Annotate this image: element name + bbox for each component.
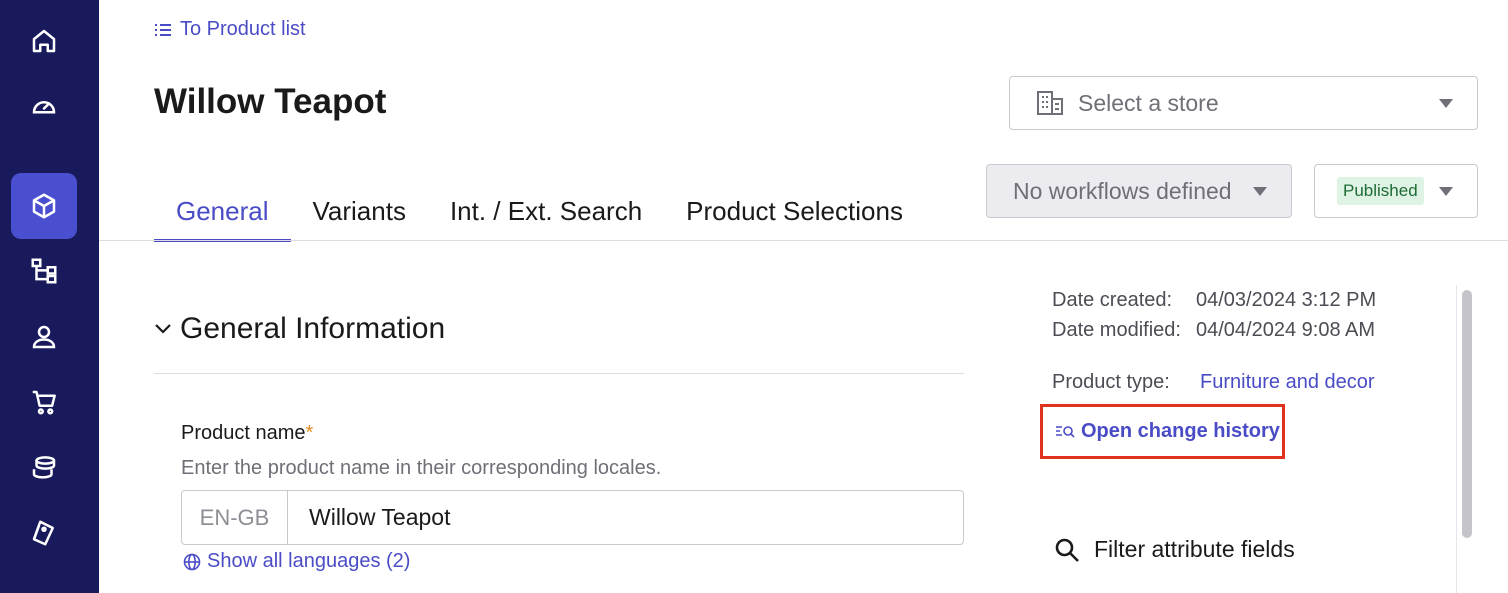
section-divider bbox=[154, 373, 964, 374]
date-modified-label: Date modified: bbox=[1052, 319, 1181, 341]
user-icon bbox=[32, 325, 56, 349]
chevron-down-icon bbox=[155, 324, 171, 334]
status-badge: Published bbox=[1337, 177, 1424, 205]
product-box-icon bbox=[32, 193, 56, 219]
chevron-down-icon bbox=[1439, 187, 1453, 196]
home-icon bbox=[32, 29, 56, 53]
tab-general[interactable]: General bbox=[154, 196, 291, 242]
product-name-input[interactable]: Willow Teapot bbox=[288, 491, 963, 544]
search-icon bbox=[1055, 538, 1079, 562]
nav-categories[interactable] bbox=[11, 238, 77, 304]
product-name-help: Enter the product name in their correspo… bbox=[181, 457, 662, 479]
workflow-select-value: No workflows defined bbox=[1013, 177, 1232, 204]
status-select[interactable]: Published bbox=[1314, 164, 1478, 218]
coins-icon bbox=[32, 456, 56, 479]
tab-search[interactable]: Int. / Ext. Search bbox=[428, 196, 664, 239]
tags-icon bbox=[32, 520, 54, 546]
product-name-label: Product name* bbox=[181, 422, 313, 445]
list-icon bbox=[155, 23, 171, 36]
tab-bar: General Variants Int. / Ext. Search Prod… bbox=[154, 196, 925, 242]
page-title: Willow Teapot bbox=[154, 82, 387, 121]
filter-attribute-fields[interactable]: Filter attribute fields bbox=[1054, 536, 1295, 563]
required-marker: * bbox=[305, 422, 314, 444]
product-type-label: Product type: bbox=[1052, 371, 1170, 393]
cart-icon bbox=[32, 390, 56, 415]
store-select[interactable]: Select a store bbox=[1009, 76, 1478, 130]
date-modified-value: 04/04/2024 9:08 AM bbox=[1196, 319, 1376, 341]
globe-icon bbox=[183, 553, 201, 570]
history-search-icon bbox=[1056, 425, 1075, 438]
product-name-field[interactable]: EN-GB Willow Teapot bbox=[181, 490, 964, 545]
back-link-label: To Product list bbox=[180, 18, 306, 40]
tab-product-selections[interactable]: Product Selections bbox=[664, 196, 925, 239]
product-type: Product type: Furniture and decor bbox=[1052, 371, 1375, 394]
open-change-history-link[interactable]: Open change history bbox=[1040, 404, 1285, 459]
back-to-product-list-link[interactable]: To Product list bbox=[154, 18, 306, 41]
sidebar bbox=[0, 0, 99, 593]
chevron-down-icon bbox=[1439, 99, 1453, 108]
open-change-history-label: Open change history bbox=[1081, 420, 1280, 442]
workflow-select[interactable]: No workflows defined bbox=[986, 164, 1292, 218]
scrollbar-thumb[interactable] bbox=[1462, 290, 1472, 538]
building-icon bbox=[1037, 91, 1063, 115]
date-created-value: 04/03/2024 3:12 PM bbox=[1196, 289, 1377, 311]
product-type-link[interactable]: Furniture and decor bbox=[1200, 371, 1375, 394]
show-all-languages-link[interactable]: Show all languages (2) bbox=[183, 550, 410, 573]
nav-orders[interactable] bbox=[11, 369, 77, 435]
section-title: General Information bbox=[180, 312, 446, 345]
hierarchy-icon bbox=[31, 258, 57, 284]
date-modified: Date modified: 04/04/2024 9:08 AM bbox=[1052, 319, 1375, 342]
date-created: Date created: 04/03/2024 3:12 PM bbox=[1052, 289, 1376, 312]
store-select-placeholder: Select a store bbox=[1078, 89, 1219, 116]
nav-dashboard[interactable] bbox=[11, 73, 77, 139]
nav-tags[interactable] bbox=[11, 500, 77, 566]
nav-customers[interactable] bbox=[11, 304, 77, 370]
locale-label: EN-GB bbox=[182, 491, 288, 544]
dashboard-icon bbox=[32, 101, 56, 114]
chevron-down-icon bbox=[1253, 187, 1267, 196]
nav-discounts[interactable] bbox=[11, 435, 77, 501]
nav-home[interactable] bbox=[11, 8, 77, 74]
filter-attribute-fields-label: Filter attribute fields bbox=[1094, 536, 1295, 562]
main-content: To Product list Willow Teapot Select a s… bbox=[99, 0, 1508, 593]
tabs-divider bbox=[99, 240, 1508, 241]
tab-variants[interactable]: Variants bbox=[291, 196, 428, 239]
date-created-label: Date created: bbox=[1052, 289, 1173, 311]
show-all-languages-label: Show all languages (2) bbox=[207, 550, 411, 572]
nav-products[interactable] bbox=[11, 173, 77, 239]
general-information-toggle[interactable]: General Information bbox=[154, 312, 445, 346]
product-name-label-text: Product name bbox=[181, 422, 306, 444]
